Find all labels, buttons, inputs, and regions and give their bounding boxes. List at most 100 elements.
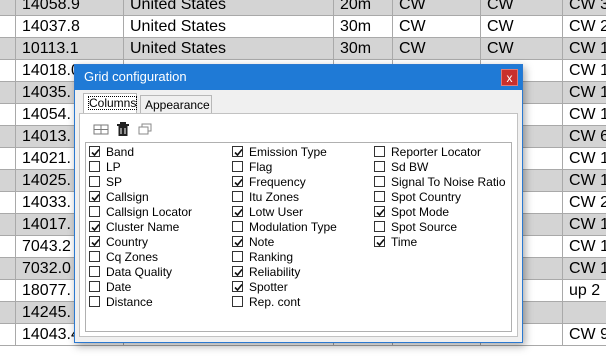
column-option-label: Emission Type: [249, 145, 327, 159]
column-option-label: Rep. cont: [249, 295, 301, 309]
columns-panel: Band LP SP Callsign Callsign Locator Cluster …: [79, 113, 518, 337]
column-option-label: Cq Zones: [106, 250, 159, 264]
grid-cell-mode2: CW: [481, 16, 563, 38]
checkbox-checked[interactable]: [232, 146, 243, 157]
checkbox-checked[interactable]: [89, 146, 100, 157]
column-option-label: LP: [106, 160, 121, 174]
checkbox-unchecked[interactable]: [232, 221, 243, 232]
column-option-label: Ranking: [249, 250, 294, 264]
column-option-label: Spot Country: [391, 190, 462, 204]
grid-cell-extra: CW 1: [563, 148, 606, 170]
checkbox-unchecked[interactable]: [89, 161, 100, 172]
dialog-title-bar[interactable]: Grid configuration x: [75, 65, 522, 90]
checkbox-checked[interactable]: [232, 236, 243, 247]
checkbox-checked[interactable]: [374, 236, 385, 247]
grid-cell-extra: CW 1: [563, 258, 606, 280]
row-indicator: [0, 280, 16, 302]
grid-cell-band: 30m: [334, 16, 393, 38]
column-option-label: SP: [106, 175, 123, 189]
checkbox-checked[interactable]: [232, 176, 243, 187]
column-option-label: Itu Zones: [249, 190, 300, 204]
checkbox-unchecked[interactable]: [374, 221, 385, 232]
column-option-label: Callsign Locator: [106, 205, 193, 219]
column-option-label: Spotter: [249, 280, 288, 294]
checkbox-checked[interactable]: [89, 191, 100, 202]
grid-cell-country: United States: [124, 38, 334, 60]
checkbox-unchecked[interactable]: [89, 281, 100, 292]
row-indicator: [0, 302, 16, 324]
checkbox-checked[interactable]: [374, 206, 385, 217]
column-option-label: Country: [106, 235, 149, 249]
grid-row[interactable]: 10113.1 United States 30m CW CW CW 1: [0, 38, 606, 60]
grid-icon[interactable]: [93, 121, 109, 137]
grid-row[interactable]: 14058.9 United States 20m CW CW CW 3: [0, 0, 606, 16]
column-option-label: Lotw User: [249, 205, 304, 219]
checkbox-unchecked[interactable]: [374, 146, 385, 157]
grid-cell-extra: [563, 302, 606, 324]
grid-cell-extra: CW 6: [563, 126, 606, 148]
checkbox-checked[interactable]: [89, 221, 100, 232]
grid-cell-extra: CW 1: [563, 82, 606, 104]
checkbox-unchecked[interactable]: [89, 251, 100, 262]
grid-cell-extra: CW 1: [563, 104, 606, 126]
column-checkbox-list: Band LP SP Callsign Callsign Locator Cluster …: [85, 142, 512, 332]
grid-cell-mode2: CW: [481, 0, 563, 16]
column-option-label: Data Quality: [106, 265, 173, 279]
close-button[interactable]: x: [501, 69, 518, 86]
row-indicator: [0, 82, 16, 104]
checkbox-checked[interactable]: [232, 206, 243, 217]
row-indicator: [0, 148, 16, 170]
grid-cell-country: United States: [124, 0, 334, 16]
checkbox-unchecked[interactable]: [232, 161, 243, 172]
grid-cell-country: United States: [124, 16, 334, 38]
grid-cell-extra: CW 3: [563, 0, 606, 16]
column-option-label: Cluster Name: [106, 220, 180, 234]
checkbox-unchecked[interactable]: [89, 296, 100, 307]
column-option-label: Flag: [249, 160, 273, 174]
checkbox-unchecked[interactable]: [232, 251, 243, 262]
column-option-label: Frequency: [249, 175, 306, 189]
checkbox-unchecked[interactable]: [374, 191, 385, 202]
checkbox-unchecked[interactable]: [89, 176, 100, 187]
column-option-label: Reporter Locator: [391, 145, 482, 159]
checkbox-checked[interactable]: [232, 266, 243, 277]
window-icon[interactable]: [137, 121, 153, 137]
checkbox-unchecked[interactable]: [232, 296, 243, 307]
grid-cell-extra: CW 1: [563, 170, 606, 192]
trash-icon[interactable]: [115, 121, 131, 137]
grid-cell-freq: 10113.1: [16, 38, 124, 60]
grid-cell-extra: CW 9: [563, 324, 606, 346]
column-option-label: Reliability: [249, 265, 301, 279]
grid-cell-mode: CW: [393, 16, 481, 38]
grid-cell-mode: CW: [393, 0, 481, 16]
checkbox-unchecked[interactable]: [232, 191, 243, 202]
grid-row[interactable]: 14037.8 United States 30m CW CW CW 2: [0, 16, 606, 38]
grid-cell-extra: CW 1: [563, 38, 606, 60]
grid-configuration-dialog: Grid configuration x Columns Appearance …: [74, 64, 523, 343]
grid-cell-mode2: CW: [481, 38, 563, 60]
checkbox-checked[interactable]: [232, 281, 243, 292]
tab-columns[interactable]: Columns: [83, 93, 138, 113]
tab-appearance[interactable]: Appearance: [140, 95, 212, 113]
grid-cell-extra: up 2: [563, 280, 606, 302]
column-option-label: Spot Source: [391, 220, 458, 234]
checkbox-checked[interactable]: [89, 236, 100, 247]
checkbox-unchecked[interactable]: [374, 176, 385, 187]
grid-cell-freq: 14058.9: [16, 0, 124, 16]
row-indicator: [0, 258, 16, 280]
row-indicator: [0, 126, 16, 148]
checkbox-unchecked[interactable]: [89, 266, 100, 277]
checkbox-unchecked[interactable]: [374, 161, 385, 172]
column-option-label: Note: [249, 235, 275, 249]
dialog-title: Grid configuration: [84, 69, 187, 84]
column-option-label: Band: [106, 145, 135, 159]
column-option-label: Date: [106, 280, 132, 294]
row-indicator: [0, 192, 16, 214]
grid-cell-extra: CW 1: [563, 236, 606, 258]
checkbox-unchecked[interactable]: [89, 206, 100, 217]
column-option-label: Distance: [106, 295, 153, 309]
row-indicator: [0, 104, 16, 126]
grid-cell-extra: CW 1: [563, 60, 606, 82]
column-option-label: Modulation Type: [249, 220, 337, 234]
row-indicator: [0, 324, 16, 346]
